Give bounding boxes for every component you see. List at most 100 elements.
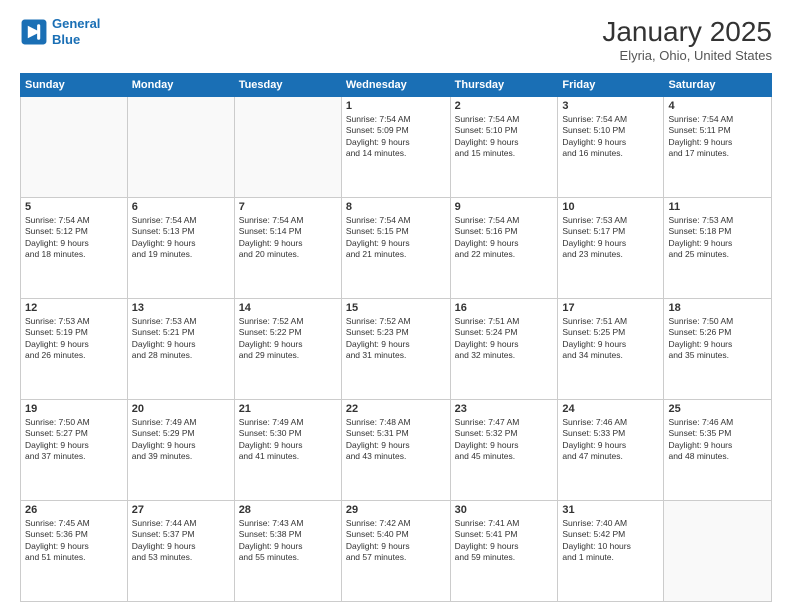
calendar-cell: 19Sunrise: 7:50 AMSunset: 5:27 PMDayligh…	[21, 400, 128, 501]
day-info: Sunrise: 7:52 AMSunset: 5:22 PMDaylight:…	[239, 316, 337, 362]
day-number: 12	[25, 302, 123, 314]
header-row: SundayMondayTuesdayWednesdayThursdayFrid…	[21, 74, 772, 97]
logo-line1: General	[52, 16, 100, 31]
day-info: Sunrise: 7:54 AMSunset: 5:09 PMDaylight:…	[346, 114, 446, 160]
calendar-cell	[234, 97, 341, 198]
calendar-cell: 21 Sunrise: 7:49 AMSunset: 5:30 PMDayligh…	[234, 400, 341, 501]
col-header-saturday: Saturday	[664, 74, 772, 97]
logo-text: General Blue	[52, 16, 100, 47]
day-number: 6	[132, 201, 230, 213]
calendar-cell: 5 Sunrise: 7:54 AMSunset: 5:12 PMDaylight…	[21, 198, 128, 299]
day-number: 19	[25, 403, 123, 415]
day-info: Sunrise: 7:51 AMSunset: 5:25 PMDaylight:…	[562, 316, 659, 362]
calendar-cell: 13 Sunrise: 7:53 AMSunset: 5:21 PMDayligh…	[127, 299, 234, 400]
day-number: 25	[668, 403, 767, 415]
calendar-cell: 9 Sunrise: 7:54 AMSunset: 5:16 PMDaylight…	[450, 198, 558, 299]
calendar-cell: 25 Sunrise: 7:46 AMSunset: 5:35 PMDayligh…	[664, 400, 772, 501]
calendar-cell: 24 Sunrise: 7:46 AMSunset: 5:33 PMDayligh…	[558, 400, 664, 501]
logo-icon	[20, 18, 48, 46]
calendar-cell: 16Sunrise: 7:51 AMSunset: 5:24 PMDayligh…	[450, 299, 558, 400]
day-info: Sunrise: 7:51 AMSunset: 5:24 PMDaylight:…	[455, 316, 554, 362]
calendar-cell	[127, 97, 234, 198]
day-info: Sunrise: 7:46 AMSunset: 5:35 PMDaylight:…	[668, 417, 767, 463]
calendar-cell: 27 Sunrise: 7:44 AMSunset: 5:37 PMDayligh…	[127, 501, 234, 602]
day-number: 29	[346, 504, 446, 516]
week-row-1: 5 Sunrise: 7:54 AMSunset: 5:12 PMDaylight…	[21, 198, 772, 299]
header: General Blue January 2025 Elyria, Ohio, …	[20, 16, 772, 63]
title-block: January 2025 Elyria, Ohio, United States	[602, 16, 772, 63]
week-row-0: 1 Sunrise: 7:54 AMSunset: 5:09 PMDaylight…	[21, 97, 772, 198]
day-number: 27	[132, 504, 230, 516]
day-info: Sunrise: 7:41 AMSunset: 5:41 PMDaylight:…	[455, 518, 554, 564]
day-number: 24	[562, 403, 659, 415]
day-number: 28	[239, 504, 337, 516]
day-info: Sunrise: 7:46 AMSunset: 5:33 PMDaylight:…	[562, 417, 659, 463]
day-number: 31	[562, 504, 659, 516]
calendar-cell: 29 Sunrise: 7:42 AMSunset: 5:40 PMDayligh…	[341, 501, 450, 602]
calendar-cell: 7Sunrise: 7:54 AMSunset: 5:14 PMDaylight…	[234, 198, 341, 299]
day-number: 22	[346, 403, 446, 415]
day-info: Sunrise: 7:49 AMSunset: 5:30 PMDaylight:…	[239, 417, 337, 463]
calendar-cell: 3Sunrise: 7:54 AMSunset: 5:10 PMDaylight…	[558, 97, 664, 198]
calendar-cell	[664, 501, 772, 602]
calendar-table: SundayMondayTuesdayWednesdayThursdayFrid…	[20, 73, 772, 602]
day-number: 7	[239, 201, 337, 213]
col-header-tuesday: Tuesday	[234, 74, 341, 97]
day-number: 13	[132, 302, 230, 314]
day-info: Sunrise: 7:52 AMSunset: 5:23 PMDaylight:…	[346, 316, 446, 362]
day-number: 18	[668, 302, 767, 314]
col-header-monday: Monday	[127, 74, 234, 97]
day-info: Sunrise: 7:54 AMSunset: 5:15 PMDaylight:…	[346, 215, 446, 261]
day-info: Sunrise: 7:53 AMSunset: 5:19 PMDaylight:…	[25, 316, 123, 362]
day-number: 26	[25, 504, 123, 516]
calendar-cell: 6Sunrise: 7:54 AMSunset: 5:13 PMDaylight…	[127, 198, 234, 299]
day-info: Sunrise: 7:43 AMSunset: 5:38 PMDaylight:…	[239, 518, 337, 564]
logo-line2: Blue	[52, 32, 80, 47]
day-number: 14	[239, 302, 337, 314]
calendar-title: January 2025	[602, 16, 772, 48]
day-info: Sunrise: 7:44 AMSunset: 5:37 PMDaylight:…	[132, 518, 230, 564]
day-info: Sunrise: 7:40 AMSunset: 5:42 PMDaylight:…	[562, 518, 659, 564]
day-number: 30	[455, 504, 554, 516]
calendar-cell: 8 Sunrise: 7:54 AMSunset: 5:15 PMDaylight…	[341, 198, 450, 299]
calendar-cell: 28 Sunrise: 7:43 AMSunset: 5:38 PMDayligh…	[234, 501, 341, 602]
day-number: 4	[668, 100, 767, 112]
calendar-cell: 18Sunrise: 7:50 AMSunset: 5:26 PMDayligh…	[664, 299, 772, 400]
day-info: Sunrise: 7:53 AMSunset: 5:18 PMDaylight:…	[668, 215, 767, 261]
day-info: Sunrise: 7:45 AMSunset: 5:36 PMDaylight:…	[25, 518, 123, 564]
col-header-friday: Friday	[558, 74, 664, 97]
day-info: Sunrise: 7:54 AMSunset: 5:11 PMDaylight:…	[668, 114, 767, 160]
calendar-cell: 14 Sunrise: 7:52 AMSunset: 5:22 PMDayligh…	[234, 299, 341, 400]
day-number: 10	[562, 201, 659, 213]
day-number: 9	[455, 201, 554, 213]
day-number: 2	[455, 100, 554, 112]
day-number: 20	[132, 403, 230, 415]
calendar-cell: 12 Sunrise: 7:53 AMSunset: 5:19 PMDayligh…	[21, 299, 128, 400]
calendar-cell: 30 Sunrise: 7:41 AMSunset: 5:41 PMDayligh…	[450, 501, 558, 602]
logo: General Blue	[20, 16, 100, 47]
col-header-wednesday: Wednesday	[341, 74, 450, 97]
week-row-4: 26 Sunrise: 7:45 AMSunset: 5:36 PMDayligh…	[21, 501, 772, 602]
day-info: Sunrise: 7:42 AMSunset: 5:40 PMDaylight:…	[346, 518, 446, 564]
day-number: 1	[346, 100, 446, 112]
calendar-cell: 20Sunrise: 7:49 AMSunset: 5:29 PMDayligh…	[127, 400, 234, 501]
day-number: 11	[668, 201, 767, 213]
day-info: Sunrise: 7:53 AMSunset: 5:21 PMDaylight:…	[132, 316, 230, 362]
day-info: Sunrise: 7:54 AMSunset: 5:16 PMDaylight:…	[455, 215, 554, 261]
day-info: Sunrise: 7:54 AMSunset: 5:10 PMDaylight:…	[455, 114, 554, 160]
week-row-2: 12 Sunrise: 7:53 AMSunset: 5:19 PMDayligh…	[21, 299, 772, 400]
page: General Blue January 2025 Elyria, Ohio, …	[0, 0, 792, 612]
day-number: 21	[239, 403, 337, 415]
col-header-sunday: Sunday	[21, 74, 128, 97]
day-number: 23	[455, 403, 554, 415]
day-info: Sunrise: 7:48 AMSunset: 5:31 PMDaylight:…	[346, 417, 446, 463]
day-info: Sunrise: 7:54 AMSunset: 5:12 PMDaylight:…	[25, 215, 123, 261]
day-number: 5	[25, 201, 123, 213]
calendar-cell: 26 Sunrise: 7:45 AMSunset: 5:36 PMDayligh…	[21, 501, 128, 602]
day-number: 8	[346, 201, 446, 213]
week-row-3: 19Sunrise: 7:50 AMSunset: 5:27 PMDayligh…	[21, 400, 772, 501]
calendar-cell: 10 Sunrise: 7:53 AMSunset: 5:17 PMDayligh…	[558, 198, 664, 299]
day-number: 15	[346, 302, 446, 314]
day-info: Sunrise: 7:47 AMSunset: 5:32 PMDaylight:…	[455, 417, 554, 463]
day-info: Sunrise: 7:53 AMSunset: 5:17 PMDaylight:…	[562, 215, 659, 261]
